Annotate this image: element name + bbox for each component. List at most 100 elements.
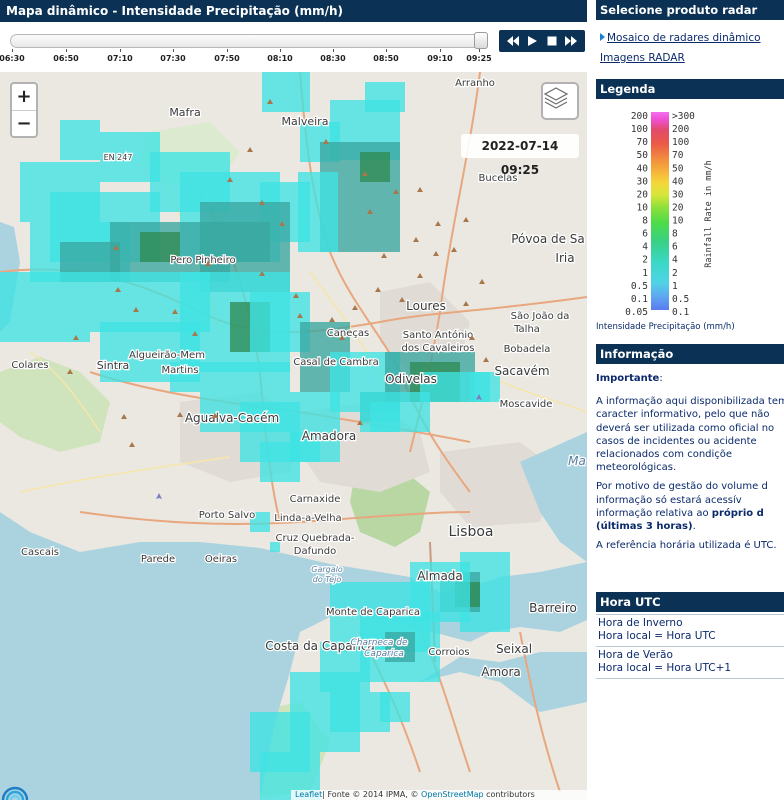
timeline-tick-label: 07:50 bbox=[214, 54, 240, 63]
place-label: Almada bbox=[417, 569, 463, 583]
legend-left-label: 100 bbox=[631, 124, 648, 135]
map-attribution: Leaflet| Fonte © 2014 IPMA, © OpenStreet… bbox=[291, 790, 587, 800]
attribution-source: | Fonte © 2014 IPMA, © bbox=[322, 790, 422, 799]
radar-cell bbox=[365, 82, 405, 112]
fast-forward-icon bbox=[565, 36, 578, 46]
place-label: Amadora bbox=[302, 429, 357, 443]
osm-link[interactable]: OpenStreetMap bbox=[421, 790, 484, 799]
stop-button[interactable] bbox=[544, 33, 560, 49]
legend-right-label: 6 bbox=[672, 242, 678, 253]
zoom-control: + − bbox=[10, 82, 38, 138]
place-label: Charneca de bbox=[350, 638, 407, 648]
legend-axis-label: Rainfall Rate in mm/h bbox=[704, 160, 714, 267]
legend-right-labels: >300 200 100 70 50 40 30 20 10 8 6 4 2 1 0.5 0.1 bbox=[672, 111, 695, 318]
stop-icon bbox=[547, 36, 557, 46]
ipma-logo-icon bbox=[1, 786, 29, 800]
place-label: Pero Pinheiro bbox=[170, 255, 235, 266]
hora-utc-title: Hora UTC bbox=[596, 592, 784, 612]
place-label: Monte de Caparica bbox=[326, 607, 420, 618]
link-radar-images[interactable]: Imagens RADAR bbox=[600, 52, 685, 64]
place-label: Carnaxide bbox=[290, 494, 341, 505]
layers-button[interactable] bbox=[541, 82, 579, 120]
legend-right-label: 2 bbox=[672, 268, 678, 279]
legend-left-label: 0.1 bbox=[631, 294, 648, 305]
place-label: Cascais bbox=[21, 547, 59, 558]
play-icon bbox=[528, 36, 538, 46]
info-title: Informação bbox=[596, 344, 784, 364]
zoom-in-button[interactable]: + bbox=[12, 84, 36, 110]
place-label: dos Cavaleiros bbox=[402, 343, 475, 354]
timeline-tick bbox=[386, 49, 387, 52]
place-label: Algueirão-Mem bbox=[129, 350, 205, 361]
legend-right-label: 4 bbox=[672, 255, 678, 266]
place-label: Lisboa bbox=[448, 524, 493, 540]
legend-left-label: 4 bbox=[642, 242, 648, 253]
timeline-tick bbox=[66, 49, 67, 52]
radar-cell bbox=[60, 120, 100, 160]
place-label: Caparica bbox=[364, 649, 404, 659]
leaflet-link[interactable]: Leaflet bbox=[295, 790, 322, 799]
radar-cell bbox=[360, 392, 430, 432]
map-header-title: Mapa dinâmico - Intensidade Precipitação… bbox=[0, 0, 587, 22]
timeline-tick bbox=[227, 49, 228, 52]
map-panel: Mapa dinâmico - Intensidade Precipitação… bbox=[0, 0, 587, 800]
timeline-tick-label: 06:50 bbox=[53, 54, 79, 63]
attribution-contributors: contributors bbox=[483, 790, 535, 799]
place-label: Barreiro bbox=[529, 601, 577, 615]
place-label: do Tejo bbox=[313, 575, 342, 584]
timeline-tick bbox=[12, 49, 13, 52]
timeline-tick bbox=[120, 49, 121, 52]
zoom-out-button[interactable]: − bbox=[12, 110, 36, 136]
legend-right-label: 70 bbox=[672, 150, 684, 161]
arrow-right-icon bbox=[600, 33, 605, 41]
map-canvas[interactable]: ArranhoMafraMalveiraBucelasPóvoa de SaIr… bbox=[0, 72, 587, 800]
place-label: EN 247 bbox=[104, 153, 133, 162]
place-label: Amora bbox=[481, 665, 521, 679]
legend-right-label: 40 bbox=[672, 176, 684, 187]
legend-left-label: 8 bbox=[642, 216, 648, 227]
link-mosaic[interactable]: Mosaico de radares dinâmico bbox=[600, 32, 761, 44]
legend-right-label: 0.5 bbox=[672, 294, 689, 305]
legend-right-label: 200 bbox=[672, 124, 689, 135]
legend-left-label: 1 bbox=[642, 268, 648, 279]
legend-left-label: 70 bbox=[637, 137, 649, 148]
timeline-tick-label: 08:10 bbox=[267, 54, 293, 63]
timeline-slider-handle[interactable] bbox=[474, 32, 488, 49]
place-label: Sacavém bbox=[494, 364, 549, 378]
timeline-slider-track[interactable] bbox=[10, 34, 488, 48]
place-label: Cruz Quebrada- bbox=[276, 533, 355, 544]
timeline-tick-label: 08:30 bbox=[320, 54, 346, 63]
place-label: Odivelas bbox=[385, 372, 437, 386]
fast-forward-button[interactable] bbox=[563, 33, 579, 49]
radar-timestamp: 2022-07-14 09:25 bbox=[461, 134, 579, 177]
place-label: Arranho bbox=[455, 78, 495, 89]
place-label: Bobadela bbox=[504, 344, 551, 355]
info-paragraph-2: Por motivo de gestão do volume d informa… bbox=[596, 481, 768, 533]
timeline-tick-label: 07:30 bbox=[160, 54, 186, 63]
place-label: Talha bbox=[513, 324, 540, 335]
timeline-tick-label: 06:30 bbox=[0, 54, 25, 63]
legend-left-labels: 200 100 70 50 40 30 20 10 8 6 4 2 1 0.5 0.1 0.05 bbox=[625, 111, 648, 318]
timeline-tick bbox=[440, 49, 441, 52]
legend-left-label: 10 bbox=[637, 202, 649, 213]
legend-right-label: 50 bbox=[672, 163, 684, 174]
timeline-tick-label: 09:25 bbox=[466, 54, 492, 63]
info-text: Importante: A informação aqui disponibil… bbox=[596, 372, 784, 558]
place-label: Parede bbox=[141, 554, 175, 565]
winter-time: Hora de Inverno Hora local = Hora UTC bbox=[598, 617, 716, 642]
link-mosaic-label: Mosaico de radares dinâmico bbox=[607, 32, 761, 44]
rewind-button[interactable] bbox=[505, 33, 521, 49]
place-label: Dafundo bbox=[294, 546, 337, 557]
playback-controls bbox=[499, 30, 585, 52]
place-label: Oeiras bbox=[205, 554, 237, 565]
play-button[interactable] bbox=[524, 33, 540, 49]
timeline-tick-label: 08:50 bbox=[373, 54, 399, 63]
place-label: Caneças bbox=[327, 328, 369, 339]
radar-map[interactable]: Arranho Mafra Malveira Bucelas Póvoa de Sa Ir… bbox=[0, 72, 587, 800]
divider bbox=[596, 614, 784, 615]
divider bbox=[596, 646, 784, 647]
legend-caption: Intensidade Precipitação (mm/h) bbox=[596, 322, 735, 332]
timeline-tick-label: 07:10 bbox=[107, 54, 133, 63]
legend-title: Legenda bbox=[596, 79, 784, 99]
place-label: Póvoa de Sa bbox=[511, 232, 585, 246]
